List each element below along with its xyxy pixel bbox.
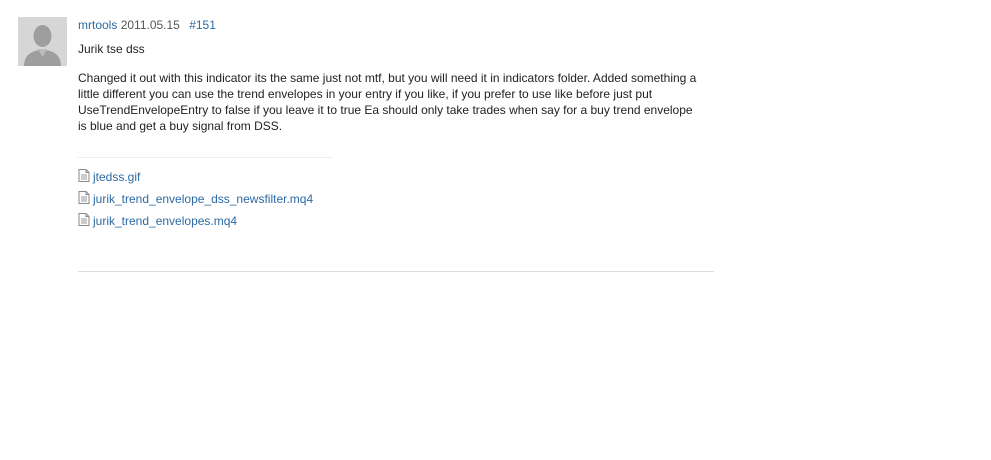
post-number-link[interactable]: #151 [189, 18, 216, 32]
attachment-item: jtedss.gif [78, 169, 718, 191]
post-meta: mrtools 2011.05.15 #151 [78, 17, 718, 33]
attachment-link[interactable]: jurik_trend_envelope_dss_newsfilter.mq4 [93, 191, 313, 207]
file-icon [78, 213, 90, 226]
avatar[interactable] [18, 17, 67, 66]
file-icon [78, 169, 90, 182]
attachment-item: jurik_trend_envelope_dss_newsfilter.mq4 [78, 191, 718, 213]
attachment-item: jurik_trend_envelopes.mq4 [78, 213, 718, 235]
attachment-link[interactable]: jurik_trend_envelopes.mq4 [93, 213, 237, 229]
post-date: 2011.05.15 [120, 18, 180, 32]
attachments-list: jtedss.gif jurik_trend_envelope_dss_news… [78, 169, 718, 235]
file-icon [78, 191, 90, 204]
post-content: mrtools 2011.05.15 #151 Jurik tse dss Ch… [78, 17, 718, 235]
default-user-icon [18, 17, 67, 66]
post-body: Changed it out with this indicator its t… [78, 71, 697, 133]
attachment-link[interactable]: jtedss.gif [93, 169, 140, 185]
attachments-divider [78, 157, 333, 158]
post-title: Jurik tse dss [78, 42, 145, 56]
author-link[interactable]: mrtools [78, 18, 117, 32]
post-divider [78, 271, 714, 272]
